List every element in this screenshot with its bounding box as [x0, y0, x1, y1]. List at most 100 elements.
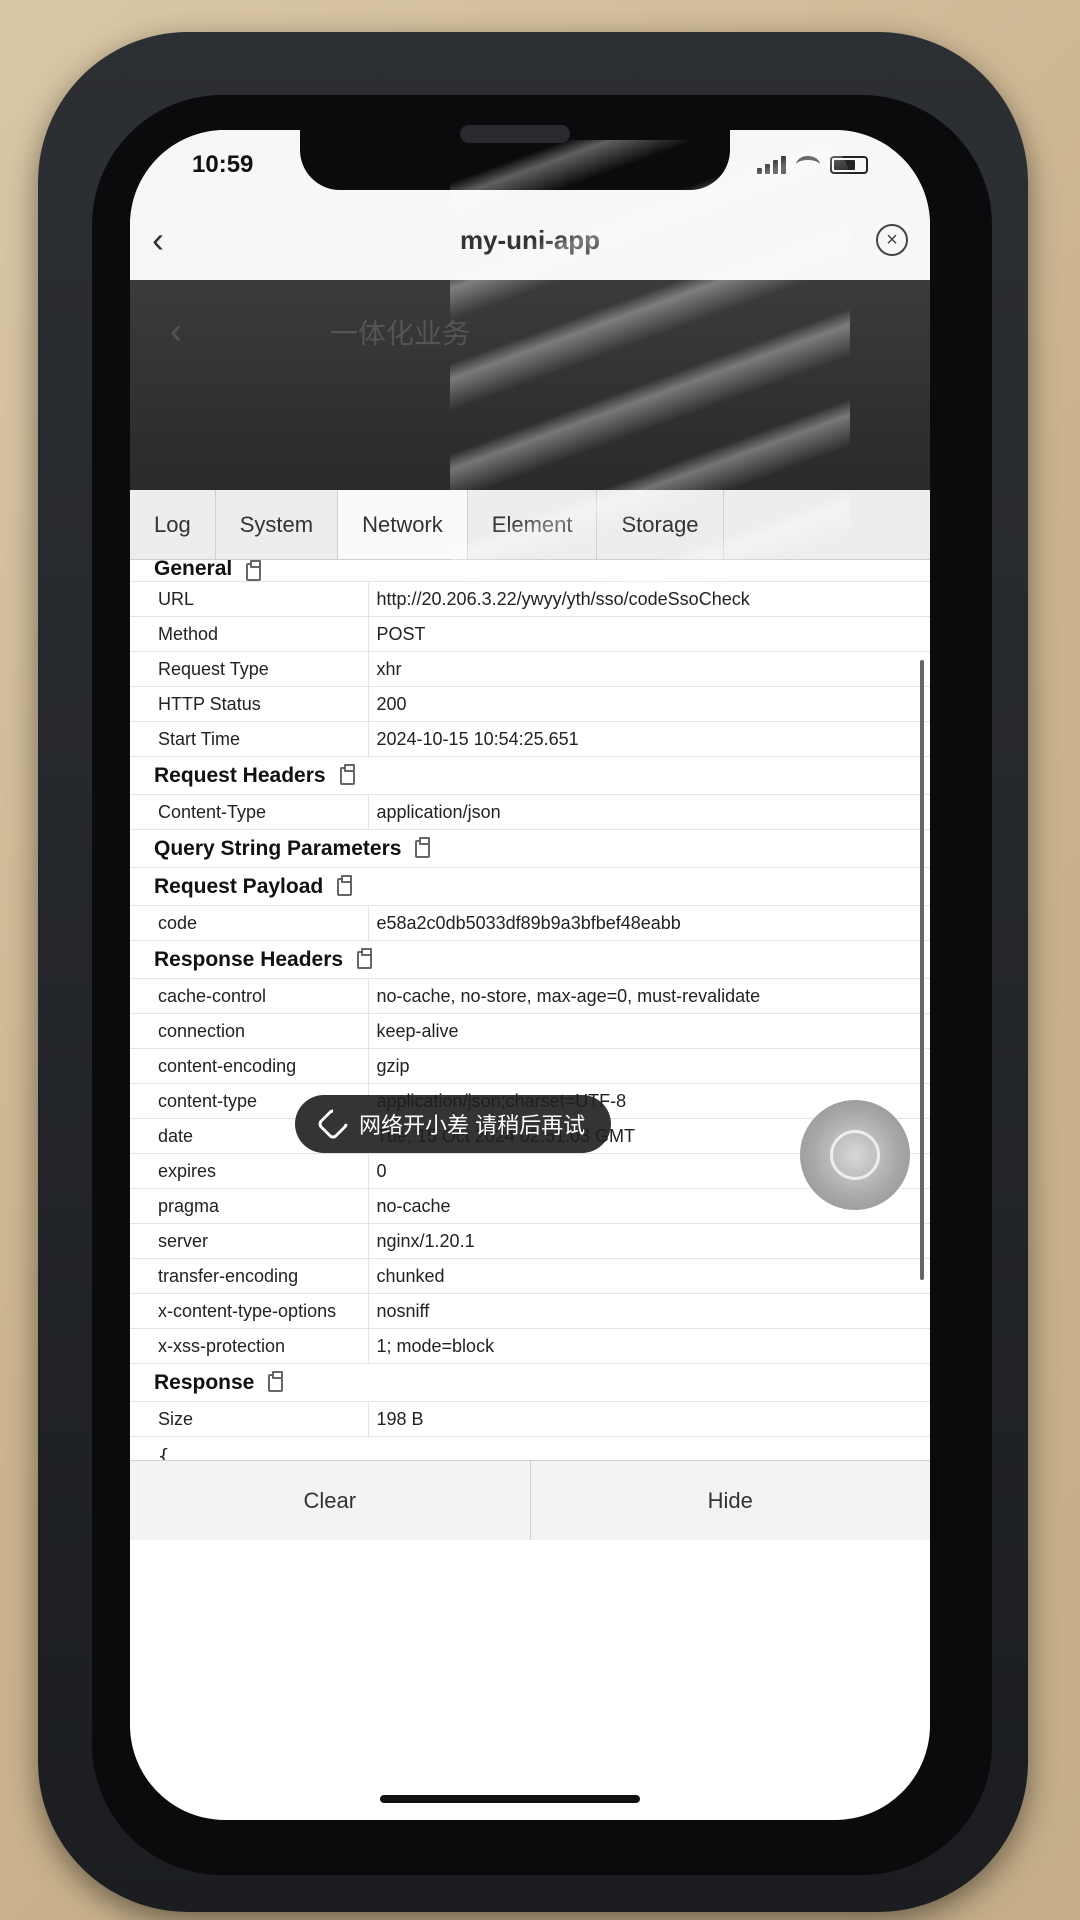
- section-request-headers-title: Request Headers: [154, 763, 326, 787]
- wifi-icon: [796, 156, 820, 174]
- vconsole-tabs: Log System Network Element Storage: [130, 490, 930, 560]
- table-row: connection keep-alive: [130, 1013, 930, 1049]
- row-key: Content-Type: [130, 795, 369, 830]
- row-value: 198 B: [368, 1402, 930, 1437]
- background-back-icon: ‹: [170, 310, 182, 351]
- row-value: 200: [368, 686, 930, 722]
- nav-bar: ‹ my-uni-app ×: [130, 200, 930, 280]
- phone-speaker: [460, 125, 570, 143]
- section-request-payload: Request Payload: [130, 868, 930, 906]
- row-value: e58a2c0db5033df89b9a3bfbef48eabb: [368, 906, 930, 941]
- row-value: nosniff: [368, 1293, 930, 1329]
- table-row: code e58a2c0db5033df89b9a3bfbef48eabb: [130, 906, 930, 941]
- row-key: content-encoding: [130, 1048, 369, 1084]
- section-request-payload-title: Request Payload: [154, 874, 324, 898]
- row-value: chunked: [368, 1258, 930, 1294]
- row-value: application/json: [368, 795, 930, 830]
- row-key: connection: [130, 1013, 369, 1049]
- tab-system[interactable]: System: [216, 490, 339, 559]
- row-key: x-content-type-options: [130, 1293, 369, 1329]
- nav-title: my-uni-app: [459, 224, 601, 255]
- response-body: { "msg": "Required request body is missi…: [158, 1445, 170, 1460]
- response-table: Size 198 B: [130, 1402, 930, 1437]
- table-row: x-xss-protection 1; mode=block: [130, 1328, 930, 1364]
- background-page-title: 一体化业务: [330, 318, 471, 349]
- row-key: transfer-encoding: [130, 1258, 369, 1294]
- copy-icon[interactable]: [357, 947, 373, 969]
- table-row: Method POST: [130, 616, 930, 652]
- row-key: server: [130, 1223, 369, 1259]
- table-row: content-encoding gzip: [130, 1048, 930, 1084]
- broken-link-icon: [316, 1107, 350, 1141]
- row-key: expires: [130, 1153, 369, 1189]
- table-row: Start Time 2024-10-15 10:54:25.651: [130, 721, 930, 757]
- section-response-headers-title: Response Headers: [154, 947, 344, 971]
- section-query-params: Query String Parameters: [130, 830, 930, 868]
- row-key: Start Time: [130, 721, 369, 757]
- table-row: URL http://20.206.3.22/ywyy/yth/sso/codeS…: [130, 582, 930, 617]
- status-time: 10:59: [192, 151, 254, 178]
- copy-icon[interactable]: [246, 560, 262, 581]
- section-response-title: Response: [154, 1370, 255, 1394]
- status-icons: [757, 156, 868, 174]
- row-key: code: [130, 906, 369, 941]
- tab-element[interactable]: Element: [468, 490, 598, 559]
- network-detail[interactable]: General URL http://20.206.3.22/ywyy/yth/s…: [130, 560, 930, 1460]
- row-key: URL: [130, 582, 369, 617]
- copy-icon[interactable]: [415, 836, 431, 858]
- row-value: nginx/1.20.1: [368, 1223, 930, 1259]
- row-key: x-xss-protection: [130, 1328, 369, 1364]
- row-value: 2024-10-15 10:54:25.651: [368, 721, 930, 757]
- table-row: Size 198 B: [130, 1402, 930, 1437]
- row-value: http://20.206.3.22/ywyy/yth/sso/codeSsoC…: [368, 582, 930, 617]
- toast: 网络开小差 请稍后再试: [295, 1095, 612, 1153]
- table-row: cache-control no-cache, no-store, max-age…: [130, 979, 930, 1014]
- table-row: HTTP Status 200: [130, 686, 930, 722]
- scrollbar[interactable]: [920, 660, 924, 1280]
- table-row: server nginx/1.20.1: [130, 1223, 930, 1259]
- row-key: pragma: [130, 1188, 369, 1224]
- row-value: 1; mode=block: [368, 1328, 930, 1364]
- request-headers-table: Content-Type application/json: [130, 795, 930, 830]
- section-response: Response: [130, 1364, 930, 1402]
- hide-button[interactable]: Hide: [529, 1461, 931, 1540]
- row-key: Size: [130, 1402, 369, 1437]
- vconsole-toolbar: Clear Hide: [130, 1460, 930, 1540]
- toast-text: 网络开小差 请稍后再试: [359, 1113, 586, 1138]
- section-request-headers: Request Headers: [130, 757, 930, 795]
- assistive-touch-button[interactable]: [800, 1100, 910, 1210]
- row-value: keep-alive: [368, 1013, 930, 1049]
- copy-icon[interactable]: [337, 874, 353, 896]
- tab-storage[interactable]: Storage: [597, 490, 724, 559]
- section-response-headers: Response Headers: [130, 941, 930, 979]
- tab-log[interactable]: Log: [130, 490, 216, 559]
- battery-icon: [830, 156, 868, 174]
- general-table: URL http://20.206.3.22/ywyy/yth/sso/codeS…: [130, 582, 930, 757]
- phone-screen: 10:59 ‹ my-uni-app × ‹ 一体化业务 Log System …: [130, 130, 930, 1820]
- clear-button[interactable]: Clear: [130, 1461, 530, 1540]
- signal-icon: [757, 156, 786, 174]
- section-general: General: [130, 560, 930, 582]
- copy-icon[interactable]: [268, 1370, 284, 1392]
- row-value: POST: [368, 616, 930, 652]
- background-page: ‹ 一体化业务: [130, 280, 930, 490]
- request-payload-table: code e58a2c0db5033df89b9a3bfbef48eabb: [130, 906, 930, 941]
- table-row: x-content-type-options nosniff: [130, 1293, 930, 1329]
- home-indicator: [380, 1795, 640, 1803]
- row-value: no-cache, no-store, max-age=0, must-reva…: [368, 979, 930, 1014]
- section-query-params-title: Query String Parameters: [154, 836, 402, 860]
- row-value: gzip: [368, 1048, 930, 1084]
- table-row: Request Type xhr: [130, 651, 930, 687]
- row-value: xhr: [368, 651, 930, 687]
- copy-icon[interactable]: [339, 763, 355, 785]
- table-row: pragma no-cache: [130, 1188, 930, 1224]
- row-key: Method: [130, 616, 369, 652]
- back-arrow-icon[interactable]: ‹: [152, 219, 164, 261]
- tab-network[interactable]: Network: [338, 490, 468, 559]
- close-circle-icon[interactable]: ×: [876, 224, 908, 256]
- row-key: cache-control: [130, 979, 369, 1014]
- table-row: transfer-encoding chunked: [130, 1258, 930, 1294]
- row-key: Request Type: [130, 651, 369, 687]
- table-row: Content-Type application/json: [130, 795, 930, 830]
- row-key: HTTP Status: [130, 686, 369, 722]
